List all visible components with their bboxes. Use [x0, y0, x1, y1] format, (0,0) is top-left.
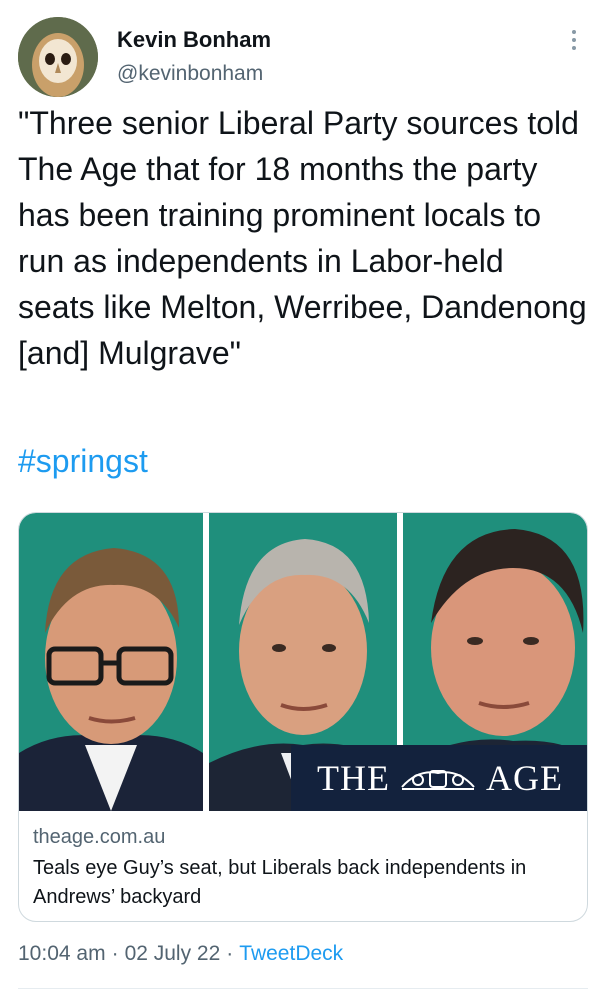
author-display-name[interactable]: Kevin Bonham	[117, 27, 271, 53]
logo-word-right: AGE	[485, 758, 563, 798]
meta-separator: ·	[226, 942, 234, 965]
card-image: THE AGE	[19, 513, 587, 811]
tweet-time[interactable]: 10:04 am	[18, 942, 106, 966]
more-options-icon[interactable]	[565, 26, 583, 56]
tweet-text: "Three senior Liberal Party sources told…	[18, 105, 587, 371]
card-title: Teals eye Guy’s seat, but Liberals back …	[33, 857, 527, 908]
card-domain: theage.com.au	[33, 826, 166, 848]
logo-word-left: THE	[317, 758, 390, 798]
hashtag-link[interactable]: #springst	[18, 443, 148, 480]
card-photo-left	[19, 513, 203, 811]
owl-avatar-icon	[18, 17, 98, 97]
crest-icon	[401, 770, 475, 790]
meta-separator: ·	[111, 942, 119, 965]
the-age-logo: THE AGE	[291, 745, 587, 811]
tweet-source-link[interactable]: TweetDeck	[239, 942, 343, 966]
tweet-meta: 10:04 am · 02 July 22 · TweetDeck	[18, 942, 343, 966]
author-handle[interactable]: @kevinbonham	[117, 62, 263, 86]
divider	[18, 988, 588, 989]
link-preview-card[interactable]: THE AGE theage.com.au Teals eye Guy’s se…	[18, 512, 588, 922]
author-avatar[interactable]	[18, 17, 98, 97]
tweet-date[interactable]: 02 July 22	[125, 942, 221, 966]
